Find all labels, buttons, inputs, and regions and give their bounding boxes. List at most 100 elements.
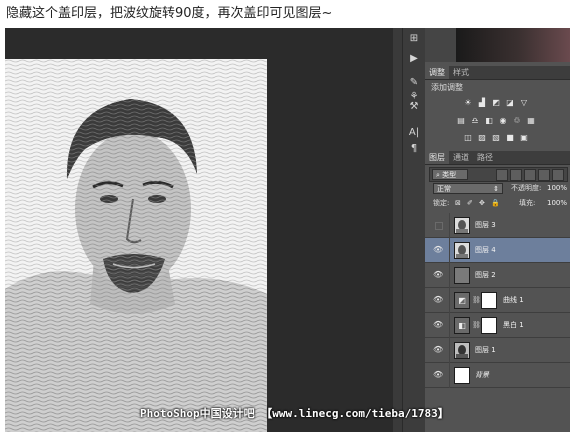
eye-icon[interactable]: 👁 (433, 345, 443, 355)
canvas-area[interactable] (5, 28, 393, 432)
lock-label: 锁定: (433, 199, 450, 207)
layer-thumbnail (454, 267, 470, 284)
layer-thumbnail (454, 342, 470, 359)
layer-name[interactable]: 图层 4 (475, 238, 496, 263)
layer-thumbnail (454, 242, 470, 259)
curves-adjustment-icon: ◩ (454, 292, 470, 309)
fill-value[interactable]: 100% (547, 198, 567, 209)
color-lookup-icon[interactable]: ▦ (526, 116, 536, 125)
filter-type-icon[interactable] (524, 169, 536, 181)
opacity-value[interactable]: 100% (547, 183, 567, 194)
layer-thumbnail (454, 367, 470, 384)
tab-layers[interactable]: 图层 (425, 151, 449, 164)
opacity-label: 不透明度: (511, 184, 542, 192)
photo-filter-icon[interactable]: ◉ (498, 116, 508, 125)
layer-row[interactable]: 👁 图层 1 (425, 338, 570, 363)
layers-tabbar: 图层 通道 路径 (425, 151, 570, 165)
lock-all-icon[interactable]: 🔒 (491, 198, 500, 209)
channel-mixer-icon[interactable]: ♲ (512, 116, 522, 125)
row-divider (449, 313, 450, 338)
panel-tool-strip: ⊞ ▶ ✎ ⚘ ⚒ A| ¶ (402, 28, 426, 432)
actions-icon[interactable]: ▶ (403, 52, 425, 66)
lock-position-icon[interactable]: ✥ (479, 198, 485, 209)
blend-mode-select[interactable]: 正常 ⇕ (433, 183, 503, 194)
row-divider (449, 363, 450, 388)
eye-icon[interactable]: 👁 (433, 245, 443, 255)
fill-label: 填充: (519, 199, 536, 207)
layer-row[interactable]: 👁 背景 (425, 363, 570, 388)
wave-line-portrait (5, 59, 267, 432)
row-divider (449, 338, 450, 363)
link-icon[interactable]: ⛓ (472, 295, 481, 306)
search-icon: ⌕ (436, 171, 440, 179)
posterize-icon[interactable]: ▨ (477, 133, 487, 142)
tab-paths[interactable]: 路径 (473, 151, 497, 164)
portrait-thumb-icon (456, 220, 468, 233)
lock-image-icon[interactable]: ✐ (467, 198, 473, 209)
color-balance-icon[interactable]: ♎ (470, 116, 480, 125)
levels-icon[interactable]: ▟ (477, 98, 487, 107)
tool-preset-icon[interactable]: ⚒ (403, 100, 425, 114)
lock-transparent-icon[interactable]: ⊠ (455, 198, 461, 209)
black-white-icon[interactable]: ◧ (484, 116, 494, 125)
layer-row[interactable]: 👁 图层 2 (425, 263, 570, 288)
eye-icon[interactable]: 👁 (433, 320, 443, 330)
layer-row-selected[interactable]: 👁 图层 4 (425, 238, 570, 263)
layer-name[interactable]: 曲线 1 (503, 288, 524, 313)
layer-row[interactable]: 👁 ◩ ⛓ 曲线 1 (425, 288, 570, 313)
layer-filter-bar: ⌕ 类型 (429, 167, 568, 182)
layer-list: 图层 3 👁 图层 4 👁 图层 2 👁 ◩ ⛓ 曲线 1 👁 ◧ ⛓ 黑白 1… (425, 213, 570, 432)
link-icon[interactable]: ⛓ (472, 320, 481, 331)
chevron-down-icon: ⇕ (493, 185, 499, 193)
selective-color-icon[interactable]: ▣ (519, 133, 529, 142)
exposure-icon[interactable]: ◪ (505, 98, 515, 107)
kind-filter-select[interactable]: ⌕ 类型 (432, 169, 468, 180)
layer-mask-thumbnail[interactable] (481, 317, 497, 334)
row-divider (449, 263, 450, 288)
layer-name[interactable]: 图层 1 (475, 338, 496, 363)
character-icon[interactable]: A| (403, 126, 425, 140)
hue-saturation-icon[interactable]: ▤ (456, 116, 466, 125)
eye-icon[interactable]: 👁 (433, 270, 443, 280)
layer-row[interactable]: 👁 ◧ ⛓ 黑白 1 (425, 313, 570, 338)
row-divider (449, 238, 450, 263)
row-divider (449, 288, 450, 313)
right-panel-dock: 调整 样式 添加调整 ☀ ▟ ◩ ◪ ▽ ▤ ♎ ◧ ◉ ♲ ▦ ◫ ▨ ▧ ■… (425, 28, 570, 432)
gradient-map-icon[interactable]: ■ (505, 133, 515, 142)
threshold-icon[interactable]: ▧ (491, 133, 501, 142)
tab-adjustments[interactable]: 调整 (425, 66, 449, 79)
eye-icon[interactable]: 👁 (433, 370, 443, 380)
layer-row[interactable]: 图层 3 (425, 213, 570, 238)
photoshop-window: ⊞ ▶ ✎ ⚘ ⚒ A| ¶ 调整 样式 添加调整 ☀ ▟ ◩ ◪ ▽ ▤ ♎ … (5, 28, 570, 432)
kind-filter-label: 类型 (442, 171, 457, 179)
blend-mode-value: 正常 (437, 185, 451, 193)
watermark-text: PhotoShop中国设计吧 【www.linecg.com/tieba/178… (140, 407, 449, 420)
paragraph-icon[interactable]: ¶ (403, 142, 425, 156)
curves-icon[interactable]: ◩ (491, 98, 501, 107)
layer-name[interactable]: 图层 3 (475, 213, 496, 238)
adjustments-title: 添加调整 (431, 83, 463, 92)
instruction-caption: 隐藏这个盖印层，把波纹旋转90度，再次盖印可见图层~ (6, 6, 333, 21)
filter-adjustment-icon[interactable] (510, 169, 522, 181)
invert-icon[interactable]: ◫ (463, 133, 473, 142)
filter-smart-object-icon[interactable] (552, 169, 564, 181)
filter-shape-icon[interactable] (538, 169, 550, 181)
layer-name[interactable]: 图层 2 (475, 263, 496, 288)
history-icon[interactable]: ⊞ (403, 32, 425, 46)
vibrance-icon[interactable]: ▽ (519, 98, 529, 107)
layer-name[interactable]: 背景 (475, 363, 489, 388)
filter-pixel-icon[interactable] (496, 169, 508, 181)
tab-styles[interactable]: 样式 (449, 66, 473, 79)
color-picker-gradient[interactable] (456, 28, 570, 62)
brush-preset-icon[interactable]: ✎ (403, 76, 425, 90)
brightness-icon[interactable]: ☀ (463, 98, 473, 107)
portrait-thumb-icon (456, 345, 468, 358)
layer-thumbnail (454, 217, 470, 234)
document-photo[interactable] (5, 59, 267, 432)
tab-channels[interactable]: 通道 (449, 151, 473, 164)
eye-icon[interactable]: 👁 (433, 295, 443, 305)
layer-name[interactable]: 黑白 1 (503, 313, 524, 338)
layer-mask-thumbnail[interactable] (481, 292, 497, 309)
portrait-thumb-icon (456, 245, 468, 258)
visibility-toggle-off[interactable] (435, 222, 443, 230)
